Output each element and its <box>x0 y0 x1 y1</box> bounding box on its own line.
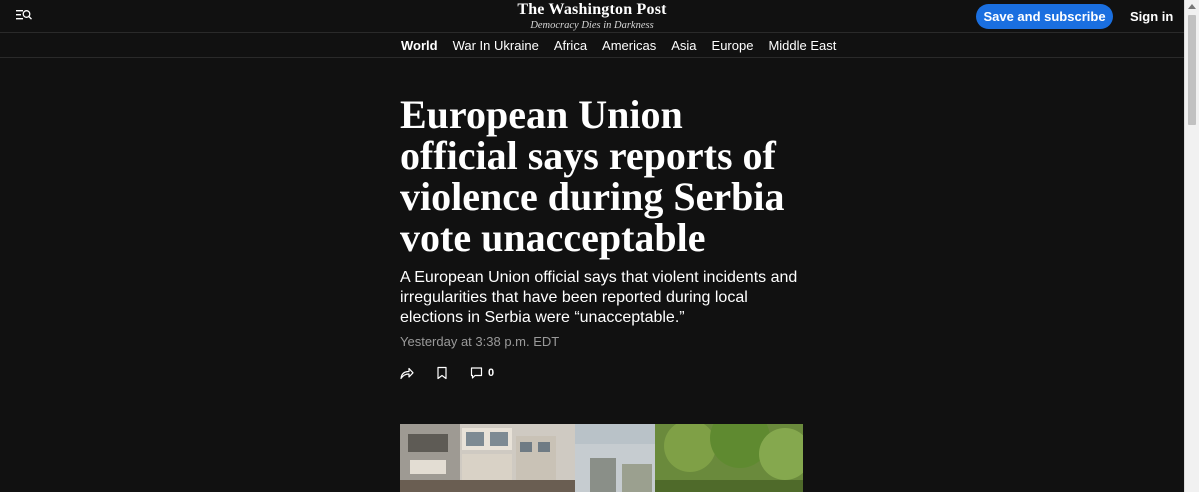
article-dek: A European Union official says that viol… <box>400 269 798 326</box>
nav-item-war-in-ukraine[interactable]: War In Ukraine <box>453 38 539 53</box>
article-headline: European Union official says reports of … <box>400 92 785 260</box>
subscribe-button[interactable]: Save and subscribe <box>976 4 1113 29</box>
nav-item-asia[interactable]: Asia <box>671 38 696 53</box>
comment-icon <box>470 367 483 379</box>
lead-photo <box>400 424 803 492</box>
nav-item-africa[interactable]: Africa <box>554 38 587 53</box>
page-scrollbar[interactable] <box>1184 0 1199 492</box>
share-icon <box>400 367 414 380</box>
sign-in-button[interactable]: Sign in <box>1130 9 1173 24</box>
nav-item-middle-east[interactable]: Middle East <box>768 38 836 53</box>
nav-item-world[interactable]: World <box>401 38 438 53</box>
section-nav-list: World War In Ukraine Africa Americas Asi… <box>401 38 836 53</box>
save-article-button[interactable] <box>436 366 448 385</box>
nav-item-americas[interactable]: Americas <box>602 38 656 53</box>
article-timestamp: Yesterday at 3:38 p.m. EDT <box>400 334 560 349</box>
bookmark-icon <box>437 366 447 380</box>
top-bar: The Washington Post Democracy Dies in Da… <box>0 0 1184 33</box>
lead-photo-illustration <box>400 424 803 492</box>
scrollbar-thumb[interactable] <box>1188 15 1196 125</box>
comments-button[interactable] <box>470 366 483 385</box>
nav-item-europe[interactable]: Europe <box>712 38 754 53</box>
share-button[interactable] <box>400 366 414 385</box>
scroll-up-arrow-icon[interactable] <box>1188 4 1196 9</box>
comment-count[interactable]: 0 <box>488 367 494 379</box>
section-nav: World War In Ukraine Africa Americas Asi… <box>0 34 1184 58</box>
